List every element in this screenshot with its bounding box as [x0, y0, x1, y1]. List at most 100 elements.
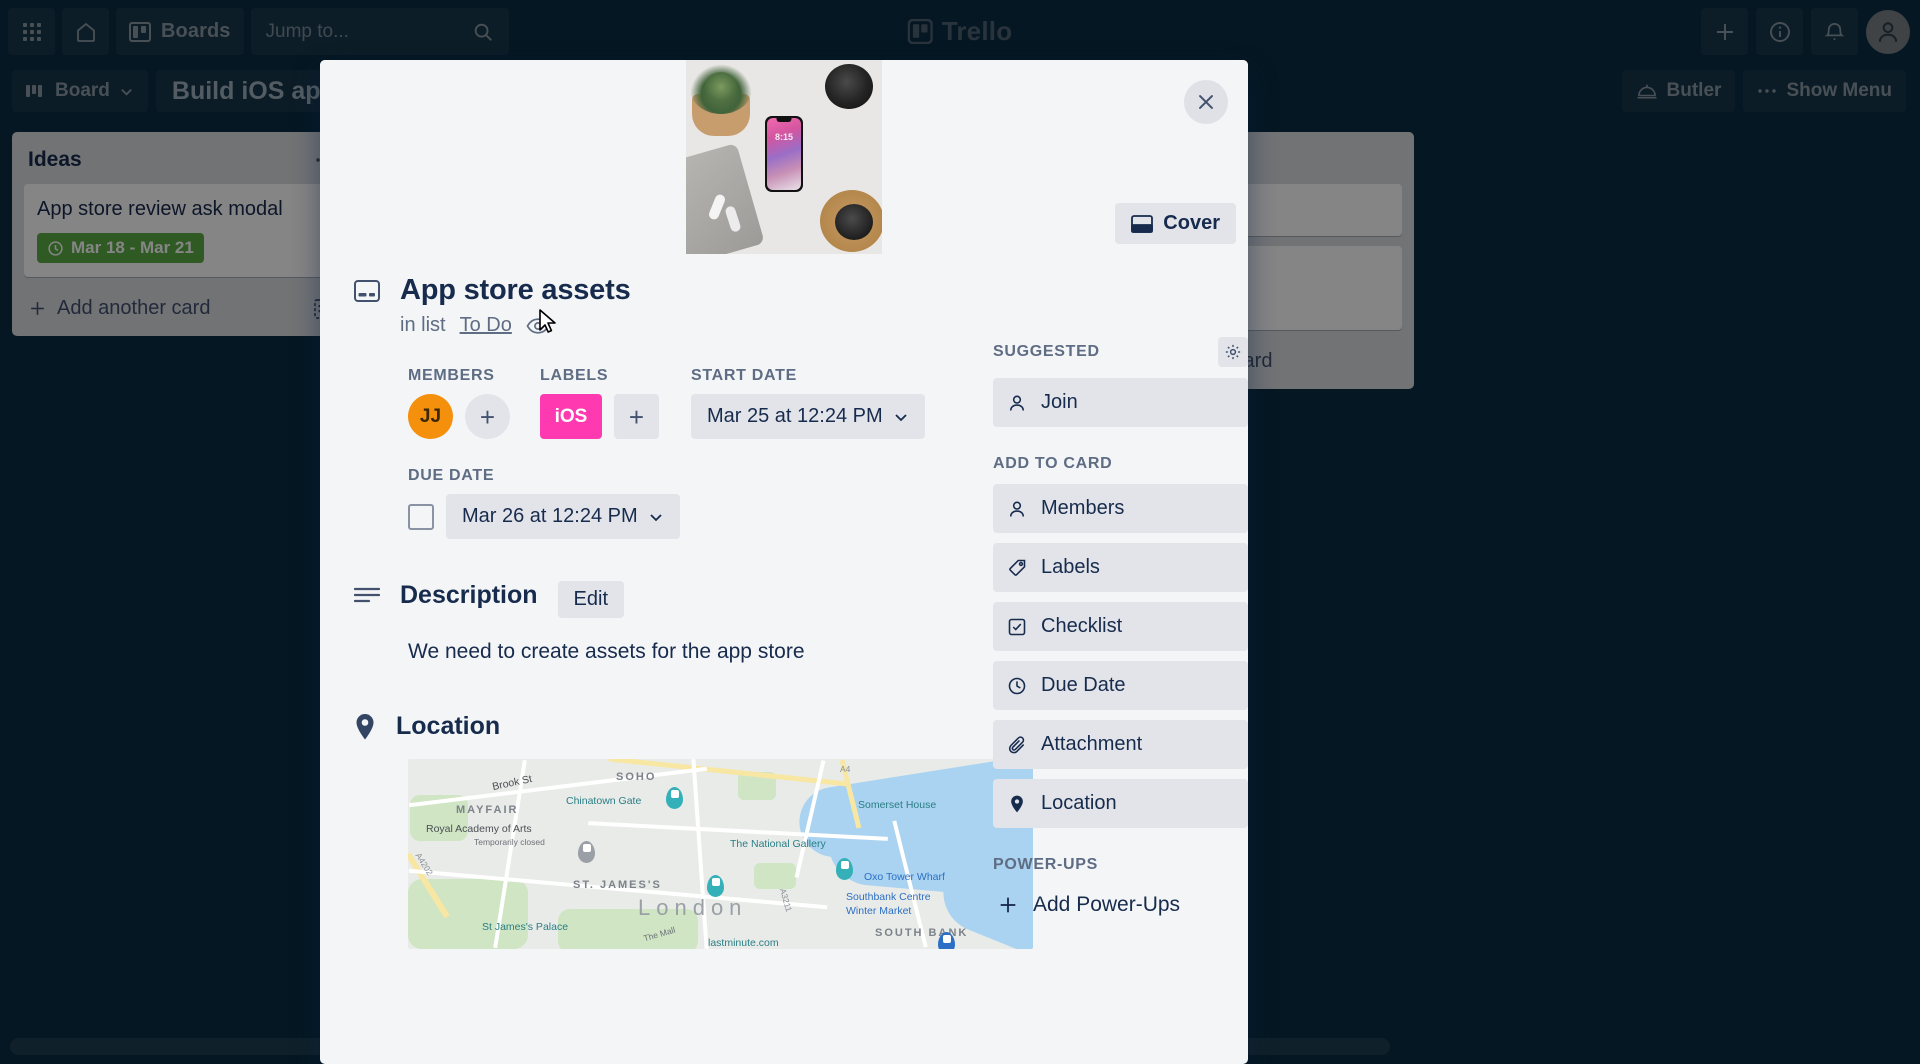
map-poi-national-gallery: The National Gallery [730, 838, 826, 850]
sidebar-item-attachment[interactable]: Attachment [993, 720, 1248, 769]
start-date-value-button[interactable]: Mar 25 at 12:24 PM [691, 394, 925, 439]
description-heading: Description [400, 581, 538, 609]
road-brook-st [408, 766, 708, 808]
coffee-cup-in-photo [835, 204, 873, 240]
sidebar-item-label: Labels [1041, 556, 1100, 578]
labels-label: LABELS [540, 367, 609, 384]
map-highway-a4: A4 [840, 764, 851, 774]
succulent-center-in-photo [703, 72, 739, 102]
green-patch [754, 863, 796, 889]
members-block: MEMBERS JJ + [408, 367, 510, 439]
map-poi-st-james-palace: St James's Palace [482, 921, 569, 933]
card-title[interactable]: App store assets [400, 274, 631, 307]
cover-icon [1131, 214, 1154, 233]
start-date-value: Mar 25 at 12:24 PM [707, 405, 883, 427]
laptop-in-photo [686, 142, 765, 254]
label-chip-ios[interactable]: iOS [540, 394, 602, 439]
edit-description-button[interactable]: Edit [557, 581, 624, 618]
sidebar-item-label: Location [1041, 792, 1117, 814]
map-area-soho: SOHO [616, 771, 657, 783]
camera-lens-in-photo [825, 64, 873, 109]
map-poi-lastminute: lastminute.com [708, 937, 779, 949]
cover-button[interactable]: Cover [1115, 203, 1236, 244]
close-modal-button[interactable] [1184, 80, 1228, 124]
due-date-checkbox[interactable] [408, 503, 434, 530]
labels-list: iOS + [540, 394, 659, 439]
start-date-label: START DATE [691, 367, 797, 384]
iphone-in-photo: 8:15 [765, 116, 803, 192]
sidebar-item-label: Members [1041, 497, 1125, 519]
map-area-mayfair: MAYFAIR [456, 804, 519, 816]
power-ups-header: POWER-UPS [993, 856, 1248, 874]
person-icon [1007, 499, 1027, 519]
location-map[interactable]: SOHO MAYFAIR ST. JAMES'S SOUTH BANK Lond… [408, 759, 1033, 949]
suggested-heading: SUGGESTED [993, 343, 1100, 360]
map-poi-royal-academy: Royal Academy of Arts [426, 823, 532, 835]
chevron-down-icon [893, 409, 909, 425]
location-pin-icon [354, 713, 376, 741]
add-power-ups-label: Add Power-Ups [1033, 893, 1181, 916]
card-title-row: App store assets in list To Do [354, 254, 1214, 337]
suggested-header: SUGGESTED [993, 337, 1248, 367]
label-tag-icon [1007, 558, 1027, 578]
clock-icon [1007, 676, 1027, 696]
map-poi-royal-academy-status: Temporarily closed [474, 837, 545, 847]
map-poi-oxo-tower: Oxo Tower Wharf [864, 871, 945, 883]
add-label-button[interactable]: + [614, 394, 659, 439]
sidebar-item-checklist[interactable]: Checklist [993, 602, 1248, 651]
sidebar-item-due-date[interactable]: Due Date [993, 661, 1248, 710]
in-list-row: in list To Do [400, 314, 631, 337]
power-ups-heading: POWER-UPS [993, 856, 1098, 873]
person-icon [1007, 393, 1027, 413]
map-pin-chinatown-gate[interactable] [666, 787, 683, 809]
chevron-down-icon [648, 509, 664, 525]
sidebar-item-labels[interactable]: Labels [993, 543, 1248, 592]
map-city-label: London [638, 895, 748, 920]
due-date-value-button[interactable]: Mar 26 at 12:24 PM [446, 494, 680, 539]
map-pin-national-gallery[interactable] [707, 875, 724, 897]
map-poi-somerset-house: Somerset House [858, 799, 937, 811]
gear-icon[interactable] [1218, 337, 1248, 367]
paperclip-icon [1007, 735, 1027, 755]
start-date-block: START DATE Mar 25 at 12:24 PM [691, 367, 925, 439]
card-window-icon [354, 280, 380, 302]
map-poi-southbank-centre-line2: Winter Market [846, 905, 912, 917]
description-lines-icon [354, 586, 380, 606]
sidebar-item-label: Join [1041, 391, 1078, 413]
sidebar-item-members[interactable]: Members [993, 484, 1248, 533]
map-area-south-bank: SOUTH BANK [875, 927, 969, 939]
due-date-value: Mar 26 at 12:24 PM [462, 505, 638, 527]
map-poi-chinatown-gate: Chinatown Gate [566, 795, 642, 807]
add-member-button[interactable]: + [465, 394, 510, 439]
checklist-icon [1007, 617, 1027, 637]
phone-lockscreen-time: 8:15 [774, 132, 793, 142]
in-list-prefix: in list [400, 314, 446, 336]
sidebar-item-label: Attachment [1041, 733, 1143, 755]
map-pin-royal-academy[interactable] [578, 841, 595, 863]
card-modal-sidebar: SUGGESTED Join ADD TO CARD Members Label… [993, 337, 1248, 925]
add-power-ups-button[interactable]: Add Power-Ups [993, 885, 1248, 925]
sidebar-item-join[interactable]: Join [993, 378, 1248, 427]
map-pin-somerset-house[interactable] [836, 858, 853, 880]
list-link[interactable]: To Do [460, 314, 512, 337]
cover-button-label: Cover [1163, 212, 1220, 234]
map-poi-southbank-centre: Southbank Centre [846, 891, 931, 903]
map-area-st-jamess: ST. JAMES'S [573, 879, 662, 891]
cover-photo[interactable]: 8:15 [686, 60, 882, 254]
labels-block: LABELS iOS + [540, 367, 659, 439]
sidebar-item-label: Due Date [1041, 674, 1126, 696]
phone-notch [776, 118, 792, 122]
card-cover-area: 8:15 Cover [320, 60, 1248, 254]
sidebar-item-location[interactable]: Location [993, 779, 1248, 828]
card-detail-modal: 8:15 Cover App store assets in list To D… [320, 60, 1248, 1064]
member-avatar[interactable]: JJ [408, 394, 453, 439]
location-pin-icon [1007, 794, 1027, 814]
map-highway-a3211: A3211 [777, 887, 795, 913]
plus-icon [997, 894, 1019, 916]
add-to-card-header: ADD TO CARD [993, 455, 1248, 473]
sidebar-item-label: Checklist [1041, 615, 1123, 637]
close-icon [1195, 91, 1217, 113]
add-to-card-heading: ADD TO CARD [993, 455, 1113, 472]
mouse-cursor [538, 308, 558, 336]
members-label: MEMBERS [408, 367, 495, 384]
